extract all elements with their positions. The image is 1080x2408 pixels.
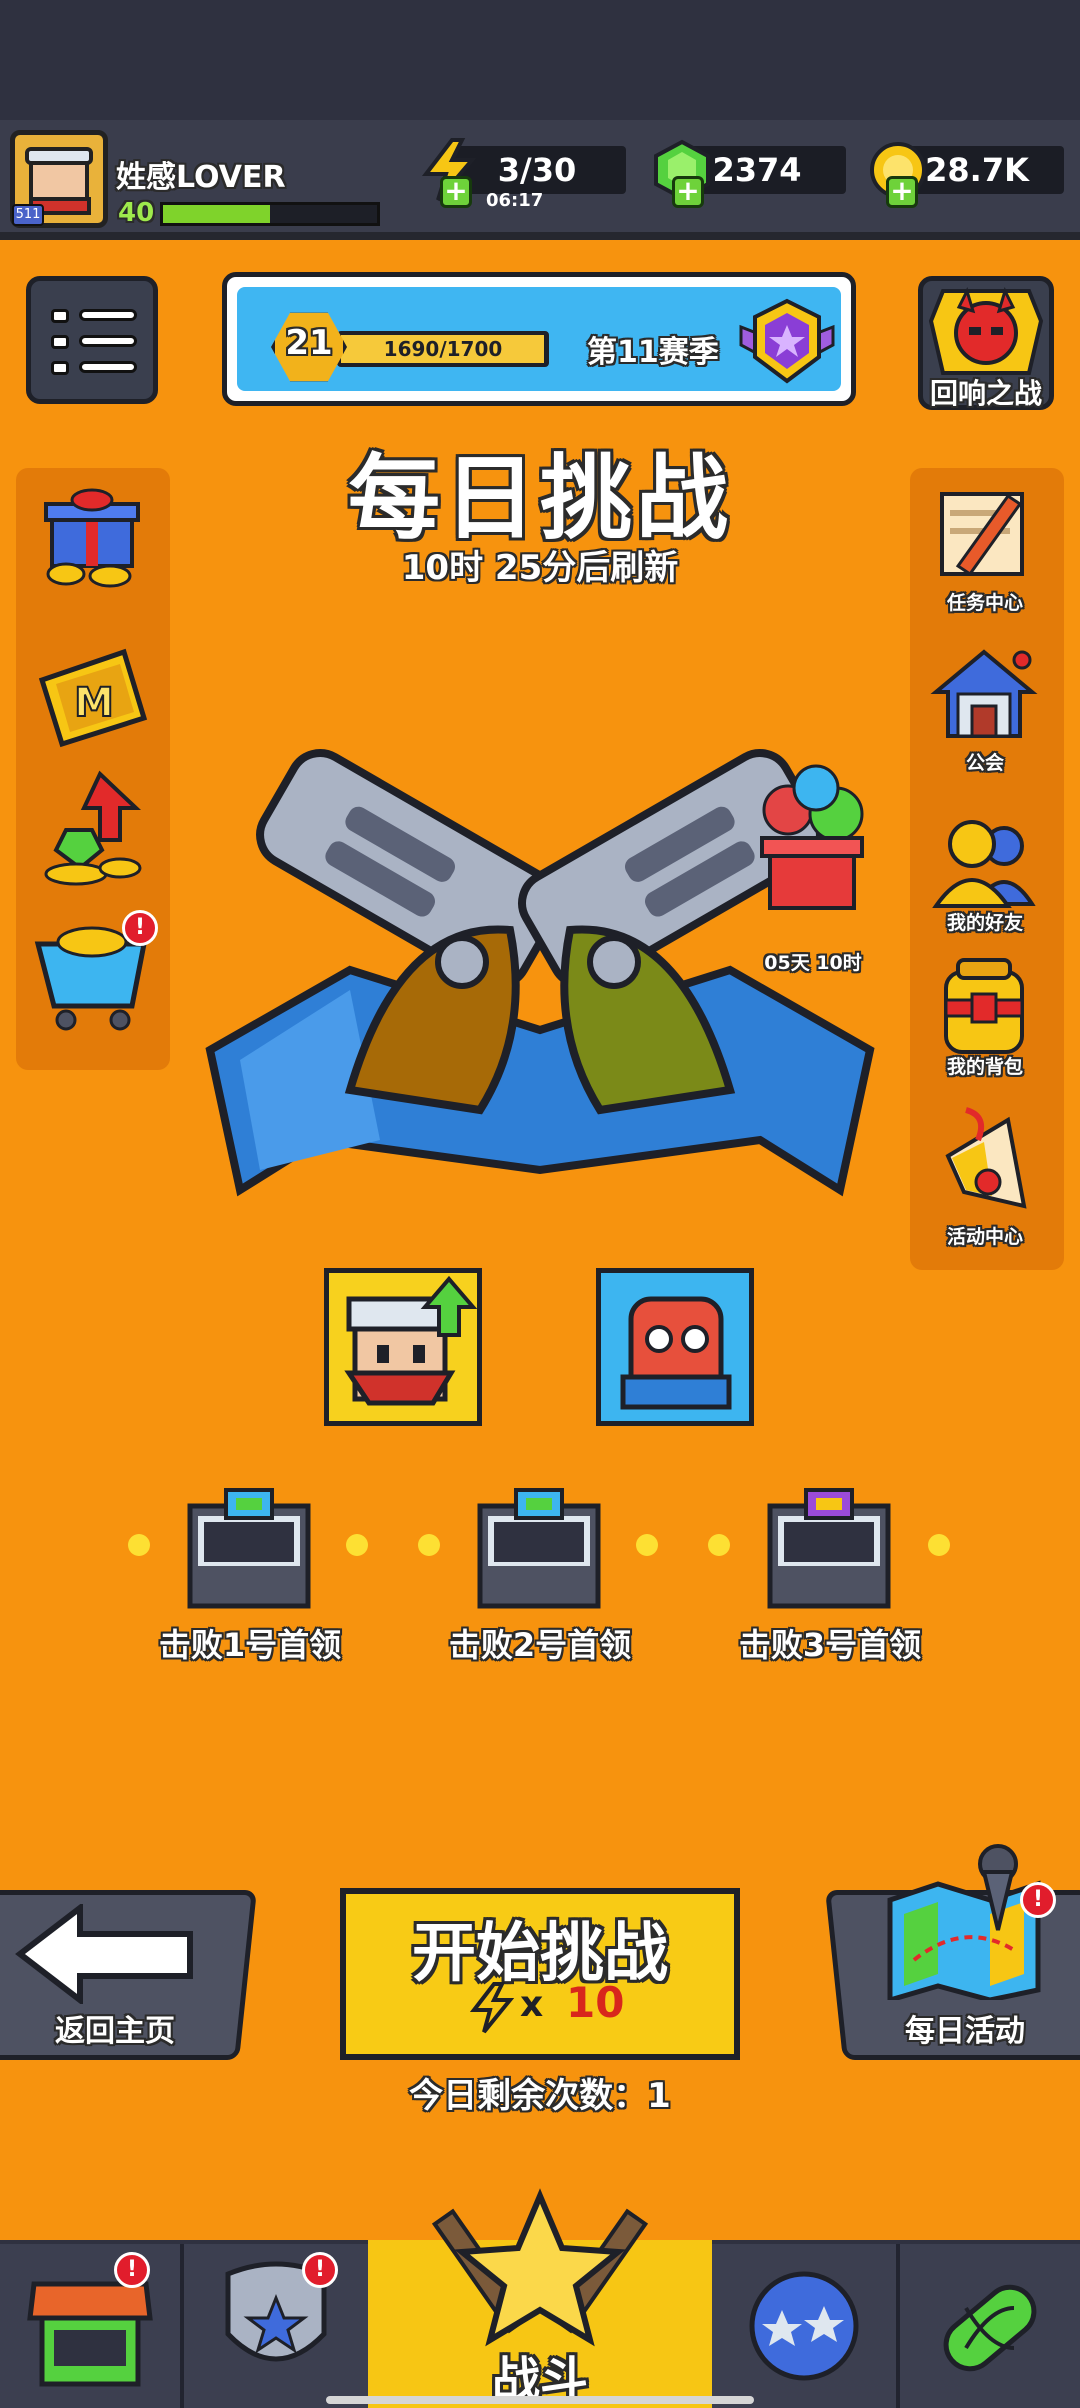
daily-events-alert-badge: ! — [1020, 1882, 1056, 1918]
guild-label: 公会 — [965, 752, 1004, 774]
friends-label: 我的好友 — [946, 912, 1023, 934]
player-name: 姓感LOVER — [116, 160, 286, 195]
boss-1-label: 击败1号首领 — [158, 1626, 342, 1664]
map-icon — [887, 1844, 1041, 2000]
back-arrow-icon — [15, 1904, 193, 2004]
cart-alert-badge: ! — [122, 910, 158, 946]
shop-alert-badge: ! — [114, 2252, 150, 2288]
add-coins-button[interactable]: + — [886, 176, 918, 208]
season-label: 第11赛季 — [587, 335, 719, 370]
nav-shop[interactable] — [0, 2244, 180, 2408]
avatar-headband — [25, 147, 93, 165]
track-dot — [346, 1534, 368, 1556]
track-dot — [708, 1534, 730, 1556]
nav-evolution[interactable] — [900, 2244, 1080, 2408]
track-dot — [636, 1534, 658, 1556]
boss-3-chest-icon[interactable] — [766, 1488, 892, 1610]
avatar-badge: 511 — [12, 204, 44, 226]
season-level: 21 — [285, 323, 333, 363]
tasks-label: 任务中心 — [946, 592, 1023, 614]
home-indicator — [326, 2396, 754, 2404]
back-home-label: 返回主页 — [55, 2014, 175, 2049]
boss-1-chest-icon[interactable] — [186, 1488, 312, 1610]
menu-icon-line — [79, 309, 137, 321]
track-dot — [418, 1534, 440, 1556]
season-progress-bar: 1690/1700 — [337, 331, 549, 367]
nav-rank[interactable] — [184, 2244, 368, 2408]
backpack-label: 我的背包 — [946, 1056, 1023, 1078]
dna-capsule-icon — [943, 2284, 1037, 2372]
menu-icon-dot — [51, 335, 69, 349]
status-strip — [0, 0, 1080, 120]
guild-house-icon[interactable] — [928, 646, 1040, 746]
backpack-icon[interactable] — [928, 954, 1040, 1058]
friends-icon[interactable] — [928, 810, 1040, 910]
svg-text:M: M — [74, 680, 114, 726]
track-dot — [128, 1534, 150, 1556]
menu-icon-line — [79, 335, 137, 347]
boss-3-label: 击败3号首领 — [738, 1626, 922, 1664]
player-hero-card[interactable] — [324, 1268, 482, 1426]
season-pass-panel[interactable]: 1690/1700 21 第11赛季 — [222, 272, 856, 406]
start-challenge-label: 开始挑战 — [412, 1917, 668, 1991]
remaining-attempts: 今日剩余次数：1 — [409, 2076, 671, 2116]
shop-icon — [27, 2281, 153, 2387]
menu-button[interactable] — [26, 276, 158, 404]
rank-alert-badge: ! — [302, 2252, 338, 2288]
star-orb-icon — [749, 2271, 859, 2381]
top-bar-edge — [0, 232, 1080, 240]
enemy-boss-card[interactable] — [596, 1268, 754, 1426]
xp-bar — [160, 202, 380, 226]
promo-timer: 05天 10时 — [764, 952, 862, 974]
promo-gift-icon[interactable] — [752, 760, 872, 910]
nav-talents[interactable] — [712, 2244, 896, 2408]
season-emblem-icon — [739, 298, 835, 384]
menu-icon-dot — [51, 361, 69, 375]
season-pass-inner: 1690/1700 21 第11赛季 — [237, 287, 841, 391]
event-megaphone-icon[interactable] — [928, 1106, 1040, 1226]
task-scroll-icon[interactable] — [928, 486, 1040, 582]
hero-portrait-icon — [344, 1275, 478, 1406]
boss-2-label: 击败2号首领 — [448, 1626, 632, 1664]
rank-badge-icon — [225, 2261, 327, 2362]
player-level: 40 — [118, 198, 155, 228]
start-cost-multiplier: x — [520, 1984, 544, 2025]
battle-star-icon — [431, 2188, 649, 2347]
xp-fill — [163, 205, 270, 223]
season-progress-text: 1690/1700 — [383, 337, 503, 361]
energy-cost-icon — [470, 1982, 514, 2034]
start-cost-value: 10 — [566, 1978, 625, 2027]
gift-icon[interactable] — [36, 486, 152, 590]
growth-fund-icon[interactable] — [36, 770, 152, 890]
enemy-portrait-icon — [620, 1296, 732, 1410]
echo-battle-label: 回响之战 — [929, 377, 1042, 410]
menu-icon-line — [79, 361, 137, 373]
monthly-card-icon[interactable]: M — [36, 640, 152, 750]
track-dot — [928, 1534, 950, 1556]
energy-timer: 06:17 — [486, 190, 544, 211]
events-label: 活动中心 — [946, 1226, 1023, 1248]
add-energy-button[interactable]: + — [440, 176, 472, 208]
menu-icon-dot — [51, 309, 69, 323]
add-gems-button[interactable]: + — [672, 176, 704, 208]
boss-2-chest-icon[interactable] — [476, 1488, 602, 1610]
daily-events-label: 每日活动 — [905, 2014, 1025, 2049]
